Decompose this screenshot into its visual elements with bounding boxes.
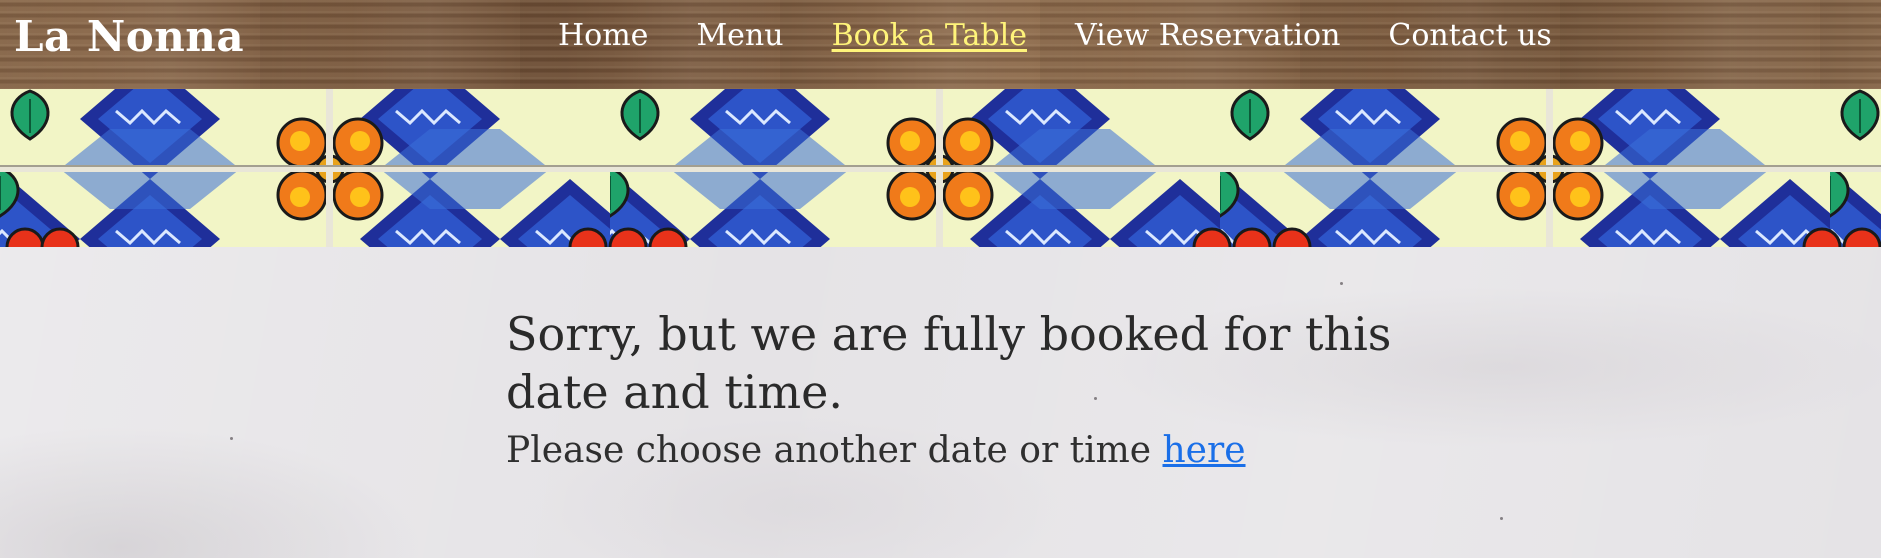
nav-contact-us-link[interactable]: Contact us <box>1364 16 1575 56</box>
nav-book-a-table-link[interactable]: Book a Table <box>808 16 1051 56</box>
choose-again-link[interactable]: here <box>1163 430 1246 471</box>
marble-speck <box>1500 517 1503 520</box>
choose-another-text: Please choose another date or time <box>506 430 1152 471</box>
nav-menu-link[interactable]: Menu <box>672 16 807 56</box>
main-content: Sorry, but we are fully booked for this … <box>0 247 1881 558</box>
site-logo[interactable]: La Nonna <box>14 12 244 62</box>
nav-home-link[interactable]: Home <box>534 16 672 56</box>
booking-message: Sorry, but we are fully booked for this … <box>506 305 1406 475</box>
marble-speck <box>1340 282 1343 285</box>
choose-another-message: Please choose another date or time here <box>506 427 1406 475</box>
nav-view-reservation-link[interactable]: View Reservation <box>1051 16 1364 56</box>
fully-booked-heading: Sorry, but we are fully booked for this … <box>506 307 1392 419</box>
marble-speck <box>230 437 233 440</box>
site-header: La Nonna Home Menu Book a Table View Res… <box>0 0 1881 89</box>
tile-banner-image <box>0 89 1881 247</box>
main-nav: Home Menu Book a Table View Reservation … <box>534 16 1576 56</box>
